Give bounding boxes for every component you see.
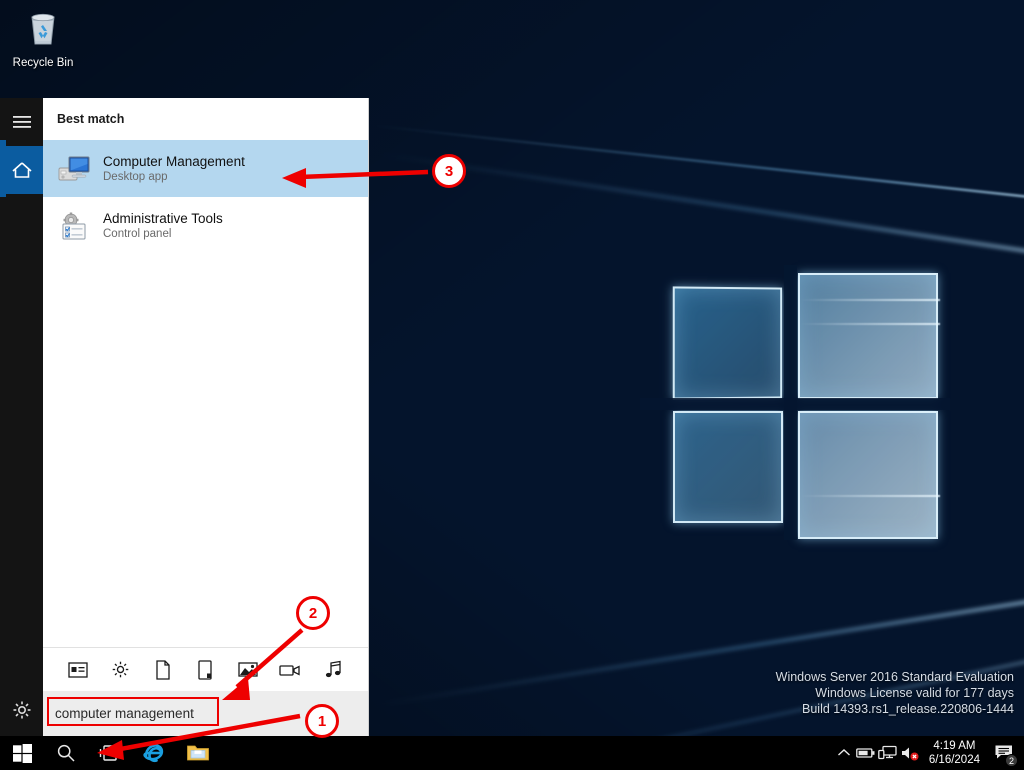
network-icon bbox=[878, 745, 897, 760]
wallpaper-pane bbox=[798, 273, 940, 399]
taskbar-clock[interactable]: 4:19 AM 6/16/2024 bbox=[921, 736, 988, 770]
gear-icon bbox=[13, 701, 30, 719]
search-filter-bar bbox=[43, 647, 368, 691]
rail-spacer bbox=[0, 194, 43, 686]
clock-date: 6/16/2024 bbox=[928, 754, 980, 766]
volume-status-button[interactable] bbox=[899, 736, 921, 770]
documents-filter-button[interactable] bbox=[152, 659, 174, 681]
result-text: Computer Management Desktop app bbox=[103, 153, 245, 185]
taskbar: 4:19 AM 6/16/2024 2 bbox=[0, 736, 1024, 770]
file-explorer-icon bbox=[187, 745, 209, 761]
videos-filter-button[interactable] bbox=[279, 659, 301, 681]
result-title: Computer Management bbox=[103, 153, 245, 169]
network-status-button[interactable] bbox=[877, 736, 899, 770]
wallpaper-pane bbox=[798, 411, 940, 539]
search-input-text: computer management bbox=[55, 706, 194, 721]
document-icon bbox=[156, 659, 170, 680]
recycle-bin-desktop-icon[interactable]: Recycle Bin bbox=[6, 6, 80, 69]
wallpaper-gap bbox=[640, 398, 950, 410]
show-hidden-icons-button[interactable] bbox=[833, 736, 855, 770]
system-tray: 4:19 AM 6/16/2024 2 bbox=[833, 736, 1024, 770]
battery-icon bbox=[855, 748, 875, 758]
settings-button[interactable] bbox=[0, 686, 43, 734]
start-button[interactable] bbox=[0, 736, 44, 770]
panel-spacer bbox=[43, 254, 368, 647]
internet-explorer-icon bbox=[143, 744, 164, 763]
web-filter-button[interactable] bbox=[194, 659, 216, 681]
computer-management-result[interactable]: Computer Management Desktop app bbox=[0, 140, 368, 197]
wallpaper-light-ray bbox=[377, 152, 1024, 253]
music-note-icon bbox=[325, 660, 341, 678]
search-results-panel: Best match Computer Management Desktop a… bbox=[0, 98, 369, 736]
watermark-line-build: Build 14393.rs1_release.220806-1444 bbox=[802, 702, 1014, 716]
desktop-screen: Recycle Bin Windows Server 2016 Standard… bbox=[0, 0, 1024, 770]
watermark-line-edition: Windows Server 2016 Standard Evaluation bbox=[775, 670, 1014, 684]
wallpaper-pane bbox=[673, 411, 783, 523]
task-view-button[interactable] bbox=[88, 736, 132, 770]
recycle-bin-label: Recycle Bin bbox=[12, 57, 74, 69]
file-explorer-button[interactable] bbox=[176, 736, 220, 770]
taskbar-search-button[interactable] bbox=[44, 736, 88, 770]
administrative-tools-result[interactable]: Administrative Tools Control panel bbox=[43, 197, 368, 254]
apps-filter-button[interactable] bbox=[67, 659, 89, 681]
wallpaper-light-ray bbox=[373, 124, 1024, 198]
best-match-header: Best match bbox=[57, 112, 125, 126]
action-center-badge: 2 bbox=[1005, 754, 1018, 767]
home-icon bbox=[11, 162, 32, 178]
wallpaper-pane bbox=[672, 286, 783, 400]
computer-management-icon bbox=[57, 152, 91, 186]
search-icon bbox=[57, 744, 75, 762]
hamburger-menu-icon bbox=[12, 116, 31, 128]
photo-icon bbox=[238, 662, 258, 677]
recycle-bin-icon bbox=[31, 13, 55, 45]
result-subtitle: Desktop app bbox=[103, 170, 168, 183]
start-menu-rail bbox=[0, 98, 43, 736]
result-subtitle: Control panel bbox=[103, 227, 172, 240]
chevron-up-icon bbox=[837, 749, 850, 756]
video-camera-icon bbox=[279, 664, 300, 676]
internet-explorer-button[interactable] bbox=[132, 736, 176, 770]
task-view-icon bbox=[99, 745, 121, 761]
clock-time: 4:19 AM bbox=[933, 740, 976, 752]
result-text: Administrative Tools Control panel bbox=[103, 210, 223, 242]
apps-icon bbox=[68, 661, 88, 678]
windows-logo-icon bbox=[12, 743, 32, 763]
search-input[interactable]: computer management bbox=[43, 691, 368, 736]
home-button[interactable] bbox=[0, 146, 43, 194]
action-center-button[interactable]: 2 bbox=[988, 736, 1020, 770]
speaker-muted-icon bbox=[901, 747, 919, 761]
web-page-icon bbox=[198, 659, 213, 680]
gear-icon bbox=[112, 661, 129, 678]
watermark-line-license: Windows License valid for 177 days bbox=[815, 686, 1014, 700]
music-filter-button[interactable] bbox=[322, 659, 344, 681]
administrative-tools-icon bbox=[57, 209, 91, 243]
hamburger-menu-button[interactable] bbox=[0, 98, 43, 146]
windows-logo-wallpaper-graphic bbox=[640, 265, 950, 540]
battery-status-button[interactable] bbox=[855, 736, 877, 770]
photos-filter-button[interactable] bbox=[237, 659, 259, 681]
windows-license-watermark: Windows Server 2016 Standard Evaluation … bbox=[776, 669, 1014, 717]
result-title: Administrative Tools bbox=[103, 210, 223, 226]
settings-filter-button[interactable] bbox=[110, 659, 132, 681]
